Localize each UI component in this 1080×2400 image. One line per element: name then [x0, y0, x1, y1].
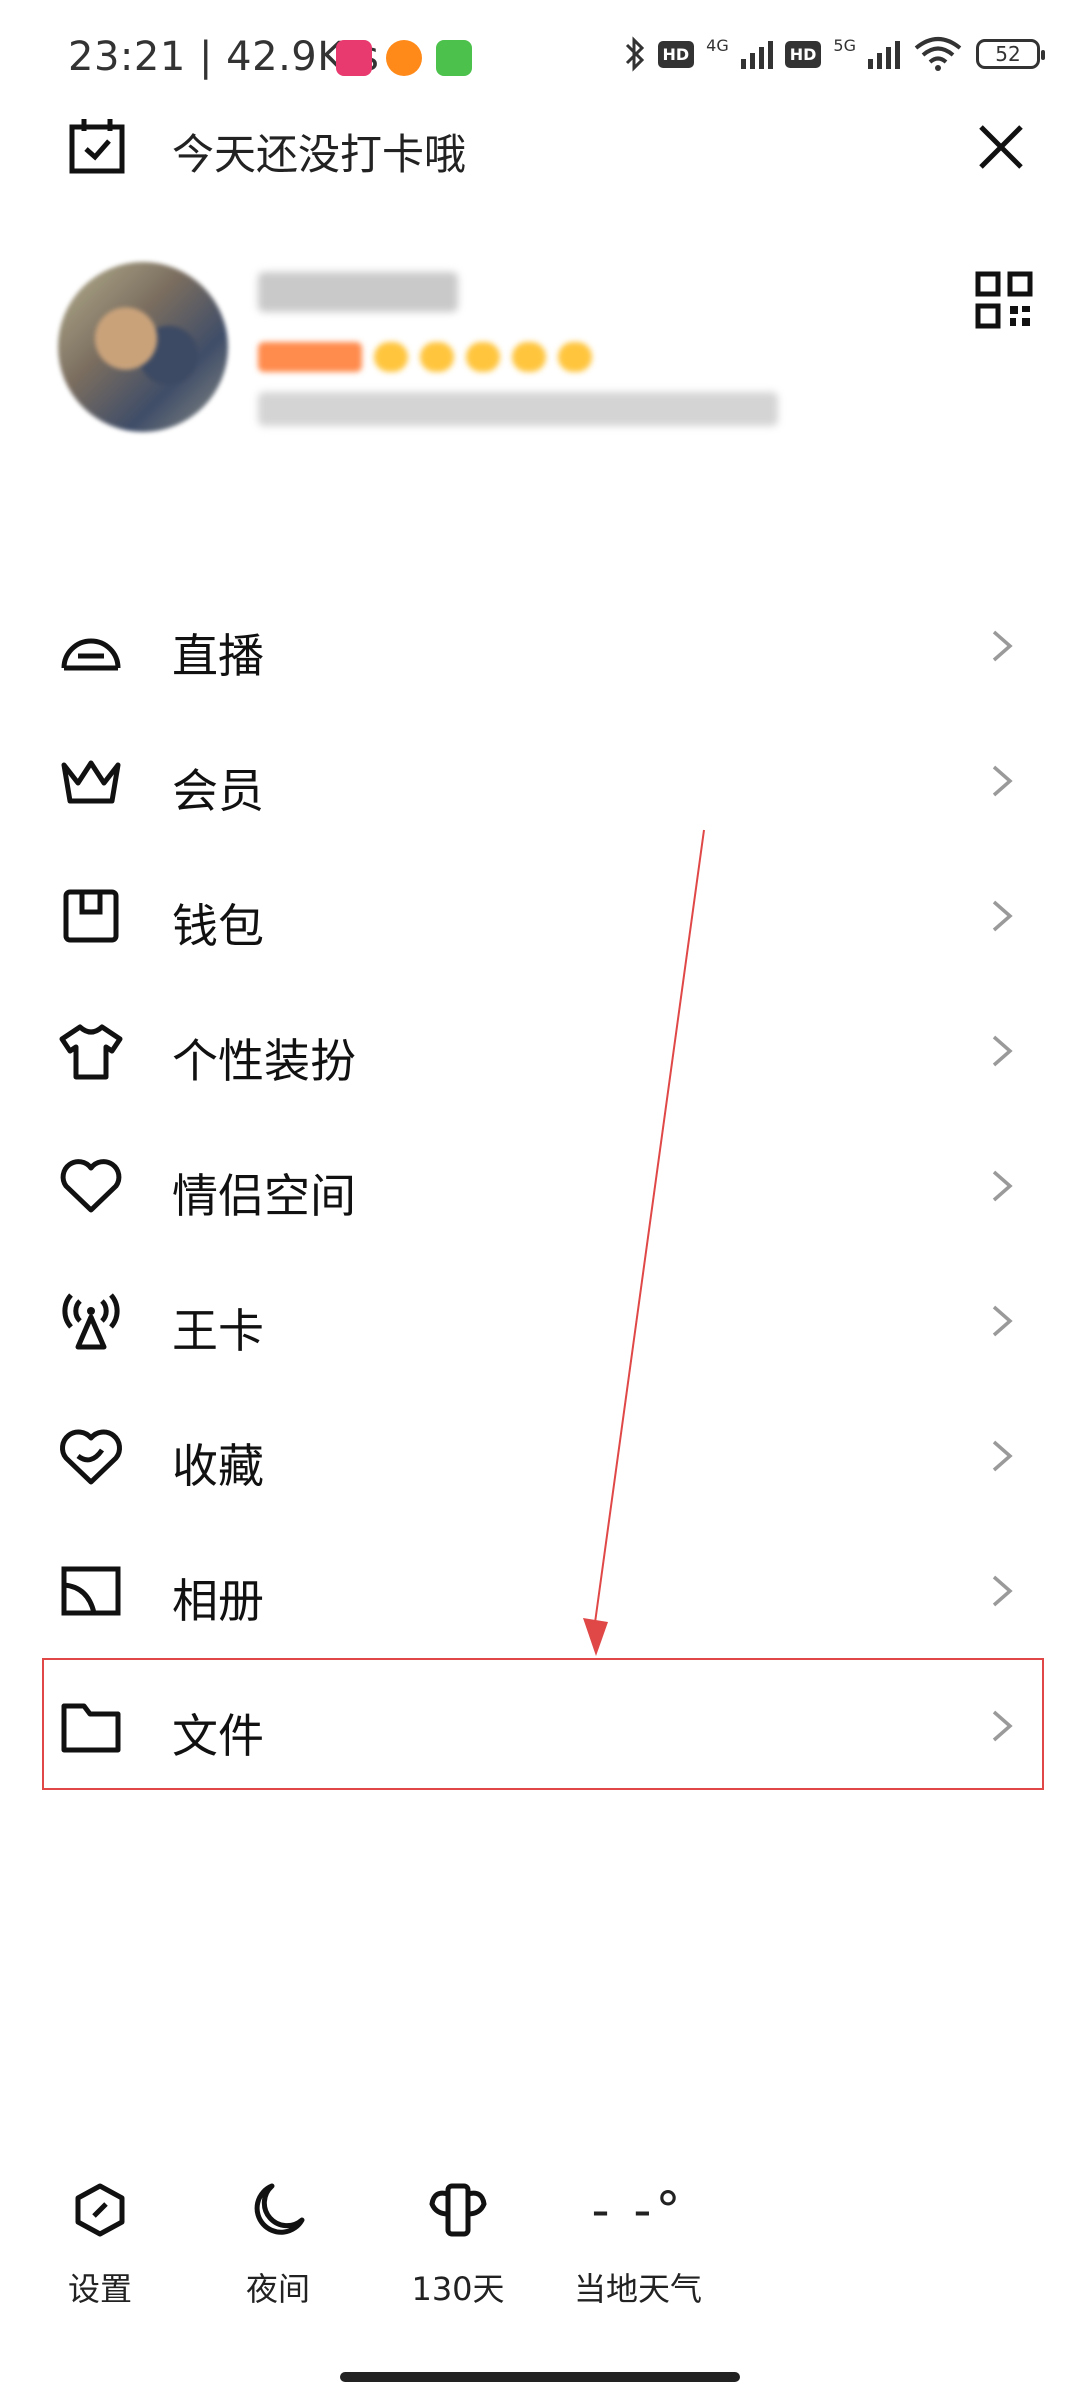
menu-item-album[interactable]: 相册 [0, 1523, 1080, 1658]
chevron-right-icon [992, 1575, 1013, 1607]
night-mode-button[interactable]: 夜间 [198, 2180, 358, 2310]
bluetooth-icon [625, 36, 644, 72]
menu-item-membership[interactable]: 会员 [0, 713, 1080, 848]
home-indicator[interactable] [340, 2372, 740, 2382]
chevron-right-icon [992, 1305, 1013, 1337]
days-label: 130天 [411, 2270, 505, 2308]
menu-item-label: 直播 [172, 629, 264, 683]
app-notification-icon [386, 40, 422, 76]
menu-item-label: 文件 [172, 1709, 264, 1763]
network-type: 4G [706, 36, 729, 55]
menu-item-live[interactable]: 直播 [0, 578, 1080, 713]
wifi-icon [914, 37, 962, 71]
live-icon [61, 638, 121, 671]
crown-icon [61, 760, 121, 804]
battery-icon: 52 [976, 39, 1045, 69]
hd-badge: HD [657, 40, 695, 68]
level-icon [466, 342, 500, 372]
tshirt-icon [59, 1024, 123, 1080]
level-badges-blurred [258, 342, 592, 372]
menu-item-personalize[interactable]: 个性装扮 [0, 983, 1080, 1118]
menu-item-label: 相册 [172, 1574, 264, 1628]
chevron-right-icon [992, 1710, 1013, 1742]
signal-tower-icon [62, 1293, 120, 1350]
drawer-header: 今天还没打卡哦 [0, 115, 1080, 235]
close-icon[interactable] [975, 121, 1027, 173]
qr-code-icon[interactable] [974, 270, 1034, 330]
network-type: 5G [833, 36, 856, 55]
menu-item-label: 收藏 [172, 1439, 264, 1493]
profile-card[interactable] [30, 250, 1070, 460]
weather-button[interactable]: - -° 当地天气 [558, 2180, 718, 2310]
chevron-right-icon [992, 1440, 1013, 1472]
status-bar: 23:21 | 42.9K/s HD 4G HD 5G 52 [0, 0, 1080, 120]
level-icon [374, 342, 408, 372]
chevron-right-icon [992, 765, 1013, 797]
night-mode-label: 夜间 [245, 2270, 310, 2308]
weather-label: 当地天气 [573, 2270, 702, 2308]
weather-temperature: - -° [591, 2181, 685, 2239]
signal-icon [740, 39, 773, 69]
app-notification-icon [436, 40, 472, 76]
menu-item-label: 情侣空间 [172, 1169, 356, 1223]
menu-item-files[interactable]: 文件 [0, 1658, 1080, 1793]
drawer-menu: 直播 会员 钱包 个性装扮 情侣空间 王卡 收藏 相册 文件 [0, 578, 1080, 1793]
calendar-check-icon[interactable] [66, 115, 128, 177]
menu-item-favorites[interactable]: 收藏 [0, 1388, 1080, 1523]
level-icon [420, 342, 454, 372]
favorites-icon [60, 1429, 122, 1485]
menu-item-wallet[interactable]: 钱包 [0, 848, 1080, 983]
signature-blurred [258, 392, 778, 426]
hd-badge: HD [784, 40, 822, 68]
status-time-speed: 23:21 | 42.9K/s [68, 34, 380, 80]
album-icon [61, 1566, 121, 1616]
heart-icon [60, 1159, 122, 1213]
menu-item-label: 个性装扮 [172, 1034, 356, 1088]
app-notification-icon [336, 40, 372, 76]
notification-icons [336, 40, 472, 76]
checkin-prompt[interactable]: 今天还没打卡哦 [172, 121, 466, 182]
system-icons: HD 4G HD 5G 52 [624, 36, 1045, 72]
chevron-right-icon [992, 1035, 1013, 1067]
signal-icon [868, 39, 900, 69]
avatar[interactable] [58, 262, 228, 432]
settings-label: 设置 [67, 2270, 132, 2308]
vip-badge [258, 342, 362, 372]
menu-item-label: 会员 [172, 764, 264, 818]
menu-item-couple-space[interactable]: 情侣空间 [0, 1118, 1080, 1253]
level-icon [558, 342, 592, 372]
settings-button[interactable]: 设置 [20, 2180, 180, 2310]
chevron-right-icon [992, 630, 1013, 662]
menu-item-label: 王卡 [172, 1304, 264, 1358]
menu-item-king-card[interactable]: 王卡 [0, 1253, 1080, 1388]
menu-item-label: 钱包 [172, 899, 264, 953]
username-blurred [258, 272, 458, 312]
settings-icon [75, 2183, 125, 2237]
folder-icon [61, 1703, 121, 1753]
wallet-icon [63, 889, 119, 943]
level-icon [512, 342, 546, 372]
bottom-toolbar: 设置 夜间 130天 - -° 当地天气 [0, 2180, 1080, 2320]
chevron-right-icon [992, 900, 1013, 932]
days-button[interactable]: 130天 [378, 2180, 538, 2310]
trophy-wings-icon [429, 2183, 487, 2237]
chevron-right-icon [992, 1170, 1013, 1202]
moon-icon [254, 2183, 305, 2235]
